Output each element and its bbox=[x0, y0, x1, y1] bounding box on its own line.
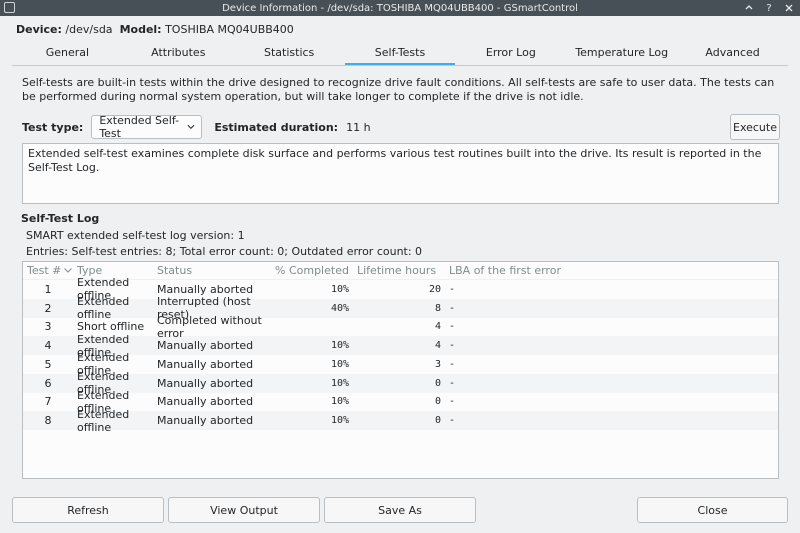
cell-type: Extended offline bbox=[77, 295, 130, 322]
self-test-log-table[interactable]: Test # Type Status % Completed Lifetime … bbox=[22, 261, 779, 479]
cell-lba: - bbox=[449, 340, 456, 352]
test-info-text: Extended self-test examines complete dis… bbox=[22, 143, 779, 204]
close-window-icon[interactable] bbox=[782, 1, 796, 15]
tab-temperature-log[interactable]: Temperature Log bbox=[566, 42, 677, 65]
cell-test-num: 3 bbox=[44, 320, 52, 334]
cell-test-num: 8 bbox=[44, 414, 52, 428]
log-version-text: SMART extended self-test log version: 1 bbox=[26, 229, 245, 242]
duration-value: 11 h bbox=[346, 120, 371, 134]
minimize-icon[interactable] bbox=[742, 1, 756, 15]
cell-completed: 10% bbox=[330, 283, 349, 295]
cell-status: Completed without error bbox=[157, 313, 262, 340]
cell-test-num: 4 bbox=[44, 339, 52, 353]
cell-status: Manually aborted bbox=[157, 376, 254, 390]
cell-status: Manually aborted bbox=[157, 339, 254, 353]
test-type-row: Test type: Extended Self-Test Estimated … bbox=[22, 114, 780, 140]
cell-status: Manually aborted bbox=[157, 395, 254, 409]
cell-lba: - bbox=[449, 377, 456, 389]
cell-test-num: 5 bbox=[44, 357, 52, 371]
cell-completed: 10% bbox=[330, 415, 349, 427]
cell-lba: - bbox=[449, 283, 456, 295]
device-label: Device: bbox=[16, 23, 62, 36]
cell-lba: - bbox=[449, 396, 456, 408]
window-title: Device Information - /dev/sda: TOSHIBA M… bbox=[222, 2, 578, 14]
cell-type: Short offline bbox=[77, 320, 145, 334]
tab-error-log[interactable]: Error Log bbox=[455, 42, 566, 65]
cell-lba: - bbox=[449, 358, 456, 370]
tab-statistics[interactable]: Statistics bbox=[234, 42, 345, 65]
table-row[interactable]: 2 Extended offline Interrupted (host reset… bbox=[23, 295, 778, 321]
tab-advanced[interactable]: Advanced bbox=[677, 42, 788, 65]
execute-button[interactable]: Execute bbox=[730, 114, 780, 140]
cell-lba: - bbox=[449, 321, 456, 333]
col-header-lba[interactable]: LBA of the first error bbox=[445, 264, 565, 277]
col-header-type[interactable]: Type bbox=[73, 264, 153, 277]
sort-down-icon bbox=[64, 268, 73, 273]
cell-lifetime-hours: 0 bbox=[434, 377, 441, 389]
col-header-test-num[interactable]: Test # bbox=[23, 264, 73, 277]
tab-self-tests[interactable]: Self-Tests bbox=[344, 42, 456, 65]
cell-completed: 10% bbox=[330, 396, 349, 408]
col-header-lifetime-hours[interactable]: Lifetime hours bbox=[353, 264, 445, 277]
cell-lba: - bbox=[449, 302, 456, 314]
tab-attributes[interactable]: Attributes bbox=[123, 42, 234, 65]
close-button[interactable]: Close bbox=[637, 497, 788, 523]
refresh-button[interactable]: Refresh bbox=[12, 497, 164, 523]
self-test-log-heading: Self-Test Log bbox=[21, 212, 100, 225]
test-type-select[interactable]: Extended Self-Test bbox=[91, 114, 203, 140]
cell-test-num: 7 bbox=[44, 395, 52, 409]
cell-test-num: 2 bbox=[44, 301, 52, 315]
model-name: TOSHIBA MQ04UBB400 bbox=[165, 23, 294, 36]
app-icon bbox=[4, 2, 15, 13]
cell-lifetime-hours: 0 bbox=[434, 396, 441, 408]
cell-completed: 10% bbox=[330, 377, 349, 389]
cell-lifetime-hours: 4 bbox=[434, 340, 441, 352]
test-type-value: Extended Self-Test bbox=[99, 114, 180, 140]
help-icon[interactable]: ? bbox=[762, 1, 776, 15]
log-entries-text: Entries: Self-test entries: 8; Total err… bbox=[26, 245, 423, 258]
cell-lifetime-hours: 3 bbox=[434, 358, 441, 370]
cell-test-num: 6 bbox=[44, 376, 52, 390]
cell-lifetime-hours: 0 bbox=[434, 415, 441, 427]
window-titlebar: Device Information - /dev/sda: TOSHIBA M… bbox=[0, 0, 800, 16]
save-as-button[interactable]: Save As bbox=[324, 497, 476, 523]
chevron-down-icon bbox=[187, 124, 195, 130]
bottom-button-bar: Refresh View Output Save As Close bbox=[12, 497, 788, 523]
cell-test-num: 1 bbox=[44, 282, 52, 296]
cell-completed: 40% bbox=[330, 302, 349, 314]
cell-status: Manually aborted bbox=[157, 414, 254, 428]
cell-completed: 10% bbox=[330, 358, 349, 370]
cell-completed: 10% bbox=[330, 340, 349, 352]
selftests-description: Self-tests are built-in tests within the… bbox=[22, 76, 775, 103]
tab-general[interactable]: General bbox=[12, 42, 123, 65]
col-header-status[interactable]: Status bbox=[153, 264, 271, 277]
cell-lba: - bbox=[449, 415, 456, 427]
device-path: /dev/sda bbox=[65, 23, 113, 36]
table-row[interactable]: 8 Extended offline Manually aborted 10% 0- bbox=[23, 408, 778, 434]
cell-status: Manually aborted bbox=[157, 282, 254, 296]
model-label: Model: bbox=[119, 23, 162, 36]
tab-bar: General Attributes Statistics Self-Tests… bbox=[12, 42, 788, 66]
cell-lifetime-hours: 20 bbox=[428, 283, 441, 295]
cell-lifetime-hours: 4 bbox=[434, 321, 441, 333]
cell-status: Manually aborted bbox=[157, 357, 254, 371]
test-type-label: Test type: bbox=[22, 120, 84, 134]
table-body: 1 Extended offline Manually aborted 10% 20-2… bbox=[23, 276, 778, 434]
cell-type: Extended offline bbox=[77, 407, 130, 434]
cell-lifetime-hours: 8 bbox=[434, 302, 441, 314]
col-header-completed[interactable]: % Completed bbox=[271, 264, 353, 277]
device-info-line: Device: /dev/sda Model: TOSHIBA MQ04UBB4… bbox=[16, 23, 294, 36]
view-output-button[interactable]: View Output bbox=[168, 497, 320, 523]
duration-label: Estimated duration: bbox=[214, 120, 339, 134]
